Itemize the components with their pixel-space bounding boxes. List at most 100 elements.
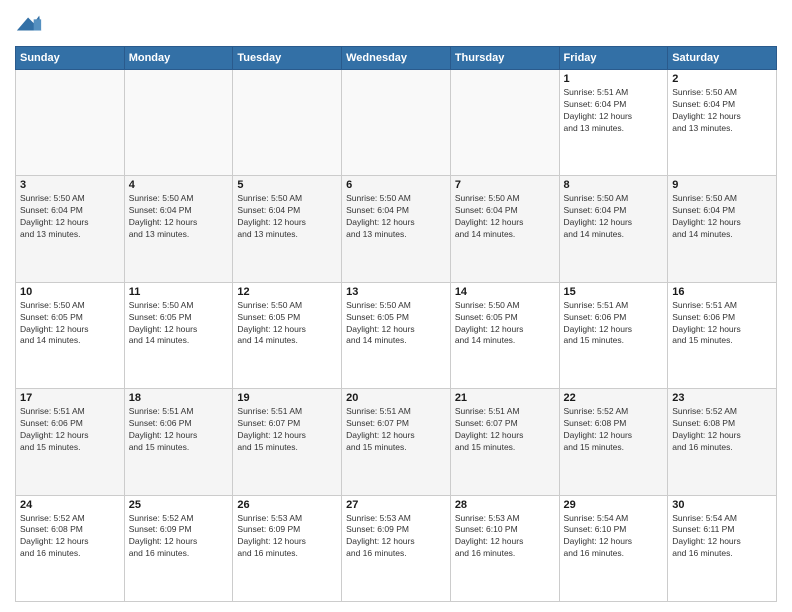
day-cell: 11 Sunrise: 5:50 AM Sunset: 6:05 PM Dayli…	[124, 282, 233, 388]
weekday-wednesday: Wednesday	[342, 47, 451, 70]
day-number: 2	[672, 73, 772, 85]
day-cell: 12 Sunrise: 5:50 AM Sunset: 6:05 PM Dayli…	[233, 282, 342, 388]
day-number: 3	[20, 179, 120, 191]
day-number: 4	[129, 179, 229, 191]
day-cell: 18Sunrise: 5:51 AM Sunset: 6:06 PM Dayli…	[124, 389, 233, 495]
day-cell	[233, 70, 342, 176]
logo	[15, 10, 47, 38]
day-cell: 26 Sunrise: 5:53 AM Sunset: 6:09 PM Dayli…	[233, 495, 342, 601]
day-number: 17	[20, 392, 120, 404]
day-cell	[342, 70, 451, 176]
day-info: Sunrise: 5:50 AM Sunset: 6:05 PM Dayligh…	[346, 300, 446, 348]
day-info: Sunrise: 5:50 AM Sunset: 6:04 PM Dayligh…	[564, 193, 664, 241]
day-number: 24	[20, 499, 120, 511]
day-cell: 19 Sunrise: 5:51 AM Sunset: 6:07 PM Dayli…	[233, 389, 342, 495]
day-info: Sunrise: 5:52 AM Sunset: 6:08 PM Dayligh…	[672, 406, 772, 454]
day-cell: 9 Sunrise: 5:50 AM Sunset: 6:04 PM Daylig…	[668, 176, 777, 282]
day-info: Sunrise: 5:54 AM Sunset: 6:11 PM Dayligh…	[672, 513, 772, 561]
day-number: 26	[237, 499, 337, 511]
day-info: Sunrise: 5:51 AM Sunset: 6:06 PM Dayligh…	[20, 406, 120, 454]
day-cell: 3 Sunrise: 5:50 AM Sunset: 6:04 PM Daylig…	[16, 176, 125, 282]
day-info: Sunrise: 5:50 AM Sunset: 6:04 PM Dayligh…	[129, 193, 229, 241]
day-number: 12	[237, 286, 337, 298]
day-cell: 27 Sunrise: 5:53 AM Sunset: 6:09 PM Dayli…	[342, 495, 451, 601]
day-cell: 8 Sunrise: 5:50 AM Sunset: 6:04 PM Daylig…	[559, 176, 668, 282]
week-row-4: 24 Sunrise: 5:52 AM Sunset: 6:08 PM Dayli…	[16, 495, 777, 601]
day-info: Sunrise: 5:50 AM Sunset: 6:05 PM Dayligh…	[129, 300, 229, 348]
day-info: Sunrise: 5:52 AM Sunset: 6:09 PM Dayligh…	[129, 513, 229, 561]
day-number: 10	[20, 286, 120, 298]
day-number: 28	[455, 499, 555, 511]
weekday-saturday: Saturday	[668, 47, 777, 70]
day-info: Sunrise: 5:50 AM Sunset: 6:04 PM Dayligh…	[455, 193, 555, 241]
day-number: 29	[564, 499, 664, 511]
day-cell: 5 Sunrise: 5:50 AM Sunset: 6:04 PM Daylig…	[233, 176, 342, 282]
day-cell: 14 Sunrise: 5:50 AM Sunset: 6:05 PM Dayli…	[450, 282, 559, 388]
day-info: Sunrise: 5:53 AM Sunset: 6:09 PM Dayligh…	[237, 513, 337, 561]
day-info: Sunrise: 5:52 AM Sunset: 6:08 PM Dayligh…	[20, 513, 120, 561]
day-cell: 28 Sunrise: 5:53 AM Sunset: 6:10 PM Dayli…	[450, 495, 559, 601]
day-cell: 15Sunrise: 5:51 AM Sunset: 6:06 PM Dayli…	[559, 282, 668, 388]
day-info: Sunrise: 5:51 AM Sunset: 6:06 PM Dayligh…	[672, 300, 772, 348]
weekday-header-row: SundayMondayTuesdayWednesdayThursdayFrid…	[16, 47, 777, 70]
calendar-table: SundayMondayTuesdayWednesdayThursdayFrid…	[15, 46, 777, 602]
day-number: 27	[346, 499, 446, 511]
weekday-tuesday: Tuesday	[233, 47, 342, 70]
day-number: 21	[455, 392, 555, 404]
day-info: Sunrise: 5:50 AM Sunset: 6:04 PM Dayligh…	[20, 193, 120, 241]
day-cell: 21Sunrise: 5:51 AM Sunset: 6:07 PM Dayli…	[450, 389, 559, 495]
day-info: Sunrise: 5:50 AM Sunset: 6:05 PM Dayligh…	[455, 300, 555, 348]
day-number: 30	[672, 499, 772, 511]
day-info: Sunrise: 5:51 AM Sunset: 6:07 PM Dayligh…	[346, 406, 446, 454]
logo-icon	[15, 10, 43, 38]
day-number: 13	[346, 286, 446, 298]
day-number: 20	[346, 392, 446, 404]
day-info: Sunrise: 5:51 AM Sunset: 6:07 PM Dayligh…	[237, 406, 337, 454]
week-row-2: 10 Sunrise: 5:50 AM Sunset: 6:05 PM Dayli…	[16, 282, 777, 388]
day-number: 18	[129, 392, 229, 404]
day-info: Sunrise: 5:50 AM Sunset: 6:05 PM Dayligh…	[237, 300, 337, 348]
day-info: Sunrise: 5:51 AM Sunset: 6:06 PM Dayligh…	[564, 300, 664, 348]
day-info: Sunrise: 5:53 AM Sunset: 6:09 PM Dayligh…	[346, 513, 446, 561]
header	[15, 10, 777, 38]
weekday-sunday: Sunday	[16, 47, 125, 70]
day-info: Sunrise: 5:53 AM Sunset: 6:10 PM Dayligh…	[455, 513, 555, 561]
day-number: 23	[672, 392, 772, 404]
day-cell: 24 Sunrise: 5:52 AM Sunset: 6:08 PM Dayli…	[16, 495, 125, 601]
day-number: 14	[455, 286, 555, 298]
day-number: 8	[564, 179, 664, 191]
page: SundayMondayTuesdayWednesdayThursdayFrid…	[0, 0, 792, 612]
day-number: 6	[346, 179, 446, 191]
day-number: 1	[564, 73, 664, 85]
day-info: Sunrise: 5:51 AM Sunset: 6:04 PM Dayligh…	[564, 87, 664, 135]
day-cell: 7 Sunrise: 5:50 AM Sunset: 6:04 PM Daylig…	[450, 176, 559, 282]
day-cell: 10 Sunrise: 5:50 AM Sunset: 6:05 PM Dayli…	[16, 282, 125, 388]
day-cell: 6 Sunrise: 5:50 AM Sunset: 6:04 PM Daylig…	[342, 176, 451, 282]
weekday-monday: Monday	[124, 47, 233, 70]
day-info: Sunrise: 5:50 AM Sunset: 6:04 PM Dayligh…	[237, 193, 337, 241]
day-cell	[450, 70, 559, 176]
day-number: 25	[129, 499, 229, 511]
day-cell: 22Sunrise: 5:52 AM Sunset: 6:08 PM Dayli…	[559, 389, 668, 495]
day-cell: 29Sunrise: 5:54 AM Sunset: 6:10 PM Dayli…	[559, 495, 668, 601]
day-cell: 23 Sunrise: 5:52 AM Sunset: 6:08 PM Dayli…	[668, 389, 777, 495]
day-info: Sunrise: 5:50 AM Sunset: 6:04 PM Dayligh…	[672, 193, 772, 241]
day-cell	[16, 70, 125, 176]
day-number: 16	[672, 286, 772, 298]
day-number: 7	[455, 179, 555, 191]
day-number: 9	[672, 179, 772, 191]
day-number: 5	[237, 179, 337, 191]
day-cell	[124, 70, 233, 176]
day-cell: 17 Sunrise: 5:51 AM Sunset: 6:06 PM Dayli…	[16, 389, 125, 495]
day-cell: 13 Sunrise: 5:50 AM Sunset: 6:05 PM Dayli…	[342, 282, 451, 388]
day-number: 11	[129, 286, 229, 298]
day-info: Sunrise: 5:50 AM Sunset: 6:05 PM Dayligh…	[20, 300, 120, 348]
day-cell: 16 Sunrise: 5:51 AM Sunset: 6:06 PM Dayli…	[668, 282, 777, 388]
day-cell: 4 Sunrise: 5:50 AM Sunset: 6:04 PM Daylig…	[124, 176, 233, 282]
day-cell: 1 Sunrise: 5:51 AM Sunset: 6:04 PM Daylig…	[559, 70, 668, 176]
day-info: Sunrise: 5:50 AM Sunset: 6:04 PM Dayligh…	[346, 193, 446, 241]
day-info: Sunrise: 5:50 AM Sunset: 6:04 PM Dayligh…	[672, 87, 772, 135]
week-row-1: 3 Sunrise: 5:50 AM Sunset: 6:04 PM Daylig…	[16, 176, 777, 282]
day-number: 19	[237, 392, 337, 404]
day-cell: 25 Sunrise: 5:52 AM Sunset: 6:09 PM Dayli…	[124, 495, 233, 601]
